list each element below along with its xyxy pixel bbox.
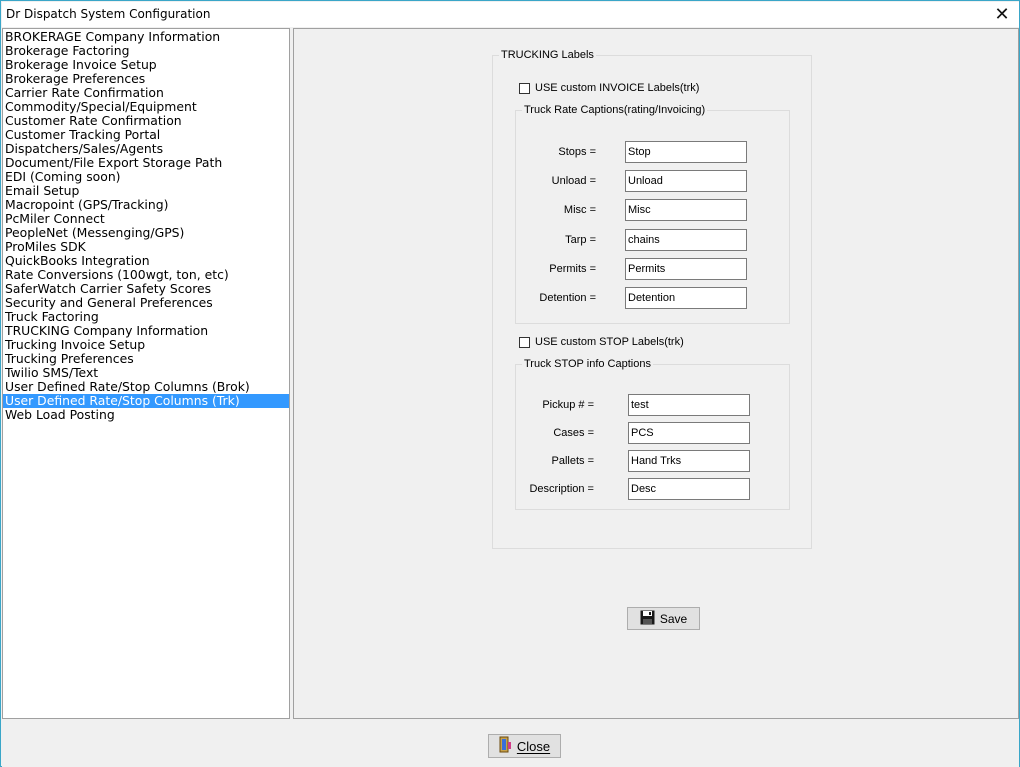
config-section-item[interactable]: Commodity/Special/Equipment bbox=[3, 100, 289, 114]
caption-text-field[interactable]: chains bbox=[625, 228, 747, 251]
config-section-item[interactable]: Dispatchers/Sales/Agents bbox=[3, 142, 289, 156]
config-section-item[interactable]: ProMiles SDK bbox=[3, 240, 289, 254]
config-section-item[interactable]: User Defined Rate/Stop Columns (Trk) bbox=[3, 394, 289, 408]
config-section-item[interactable]: Trucking Invoice Setup bbox=[3, 338, 289, 352]
stop-labels-checkbox-label: USE custom STOP Labels(trk) bbox=[535, 336, 684, 348]
field-label: Stops = bbox=[558, 146, 596, 158]
caption-text-field[interactable]: Hand Trks bbox=[628, 450, 750, 472]
config-section-item[interactable]: Macropoint (GPS/Tracking) bbox=[3, 198, 289, 212]
field-label: Pallets = bbox=[551, 455, 595, 467]
caption-text-field[interactable]: Unload bbox=[625, 170, 747, 193]
caption-text-field[interactable]: test bbox=[628, 394, 750, 416]
field-label: Description = bbox=[529, 483, 594, 495]
save-button[interactable]: Save bbox=[627, 607, 700, 630]
save-button-label: Save bbox=[659, 611, 688, 626]
field-label: Tarp = bbox=[565, 233, 596, 246]
use-custom-invoice-labels-checkbox[interactable]: USE custom INVOICE Labels(trk) bbox=[519, 82, 699, 94]
close-button-label: Close bbox=[516, 738, 551, 754]
caption-text-field[interactable]: Detention bbox=[625, 287, 747, 309]
invoice-labels-checkbox-box[interactable] bbox=[519, 82, 530, 94]
floppy-disk-icon bbox=[640, 610, 655, 628]
field-label: Unload = bbox=[551, 175, 596, 188]
config-section-item[interactable]: Customer Tracking Portal bbox=[3, 128, 289, 142]
config-section-list[interactable]: BROKERAGE Company Information Brokerage F… bbox=[2, 28, 290, 719]
config-section-item[interactable]: QuickBooks Integration bbox=[3, 254, 289, 268]
config-section-item[interactable]: TRUCKING Company Information bbox=[3, 324, 289, 338]
truck-rate-captions-group: Truck Rate Captions(rating/Invoicing) St… bbox=[515, 103, 790, 324]
config-section-item[interactable]: Document/File Export Storage Path bbox=[3, 156, 289, 170]
field-label: Misc = bbox=[563, 204, 596, 217]
stop-labels-checkbox-box[interactable] bbox=[519, 336, 530, 348]
config-section-item[interactable]: Email Setup bbox=[3, 184, 289, 198]
caption-text-field[interactable]: PCS bbox=[628, 422, 750, 444]
caption-text-field[interactable]: Misc bbox=[625, 199, 747, 222]
close-icon[interactable]: ✕ bbox=[991, 4, 1013, 26]
title-bar: Dr Dispatch System Configuration ✕ bbox=[2, 2, 1019, 27]
config-section-item[interactable]: Carrier Rate Confirmation bbox=[3, 86, 289, 100]
field-label: Pickup # = bbox=[542, 399, 594, 411]
settings-panel: TRUCKING Labels USE custom INVOICE Label… bbox=[293, 28, 1019, 719]
field-label: Cases = bbox=[553, 427, 594, 439]
config-section-item[interactable]: Web Load Posting bbox=[3, 408, 289, 422]
config-section-item[interactable]: Customer Rate Confirmation bbox=[3, 114, 289, 128]
config-section-item[interactable]: SaferWatch Carrier Safety Scores bbox=[3, 282, 289, 296]
trucking-labels-legend: TRUCKING Labels bbox=[499, 48, 596, 62]
trucking-labels-group: TRUCKING Labels USE custom INVOICE Label… bbox=[492, 48, 812, 549]
config-section-item[interactable]: Rate Conversions (100wgt, ton, etc) bbox=[3, 268, 289, 282]
stop-captions-legend: Truck STOP info Captions bbox=[522, 357, 653, 371]
config-section-item[interactable]: PeopleNet (Messenging/GPS) bbox=[3, 226, 289, 240]
config-window: Dr Dispatch System Configuration ✕ BROKE… bbox=[0, 0, 1020, 767]
config-section-item[interactable]: Brokerage Factoring bbox=[3, 44, 289, 58]
caption-text-field[interactable]: Desc bbox=[628, 478, 750, 500]
caption-text-field[interactable]: Permits bbox=[625, 257, 747, 280]
config-section-item[interactable]: Truck Factoring bbox=[3, 310, 289, 324]
config-section-item[interactable]: BROKERAGE Company Information bbox=[3, 30, 289, 44]
invoice-labels-checkbox-label: USE custom INVOICE Labels(trk) bbox=[535, 82, 700, 94]
config-section-item[interactable]: Security and General Preferences bbox=[3, 296, 289, 310]
config-section-item[interactable]: EDI (Coming soon) bbox=[3, 170, 289, 184]
close-button[interactable]: Close bbox=[488, 734, 561, 758]
rate-captions-legend: Truck Rate Captions(rating/Invoicing) bbox=[522, 103, 708, 117]
config-section-item[interactable]: Twilio SMS/Text bbox=[3, 366, 289, 380]
door-exit-icon bbox=[499, 736, 512, 756]
config-section-item[interactable]: Brokerage Preferences bbox=[3, 72, 289, 86]
config-section-item[interactable]: Brokerage Invoice Setup bbox=[3, 58, 289, 72]
bottom-bar: Close bbox=[2, 721, 1019, 767]
truck-stop-captions-group: Truck STOP info Captions Pickup # = test C… bbox=[515, 357, 790, 510]
config-section-item[interactable]: User Defined Rate/Stop Columns (Brok) bbox=[3, 380, 289, 394]
config-section-item[interactable]: Trucking Preferences bbox=[3, 352, 289, 366]
caption-text-field[interactable]: Stop bbox=[625, 141, 747, 163]
window-title: Dr Dispatch System Configuration bbox=[6, 7, 211, 21]
use-custom-stop-labels-checkbox[interactable]: USE custom STOP Labels(trk) bbox=[519, 336, 684, 348]
field-label: Detention = bbox=[539, 292, 596, 304]
config-section-item[interactable]: PcMiler Connect bbox=[3, 212, 289, 226]
field-label: Permits = bbox=[549, 262, 596, 275]
